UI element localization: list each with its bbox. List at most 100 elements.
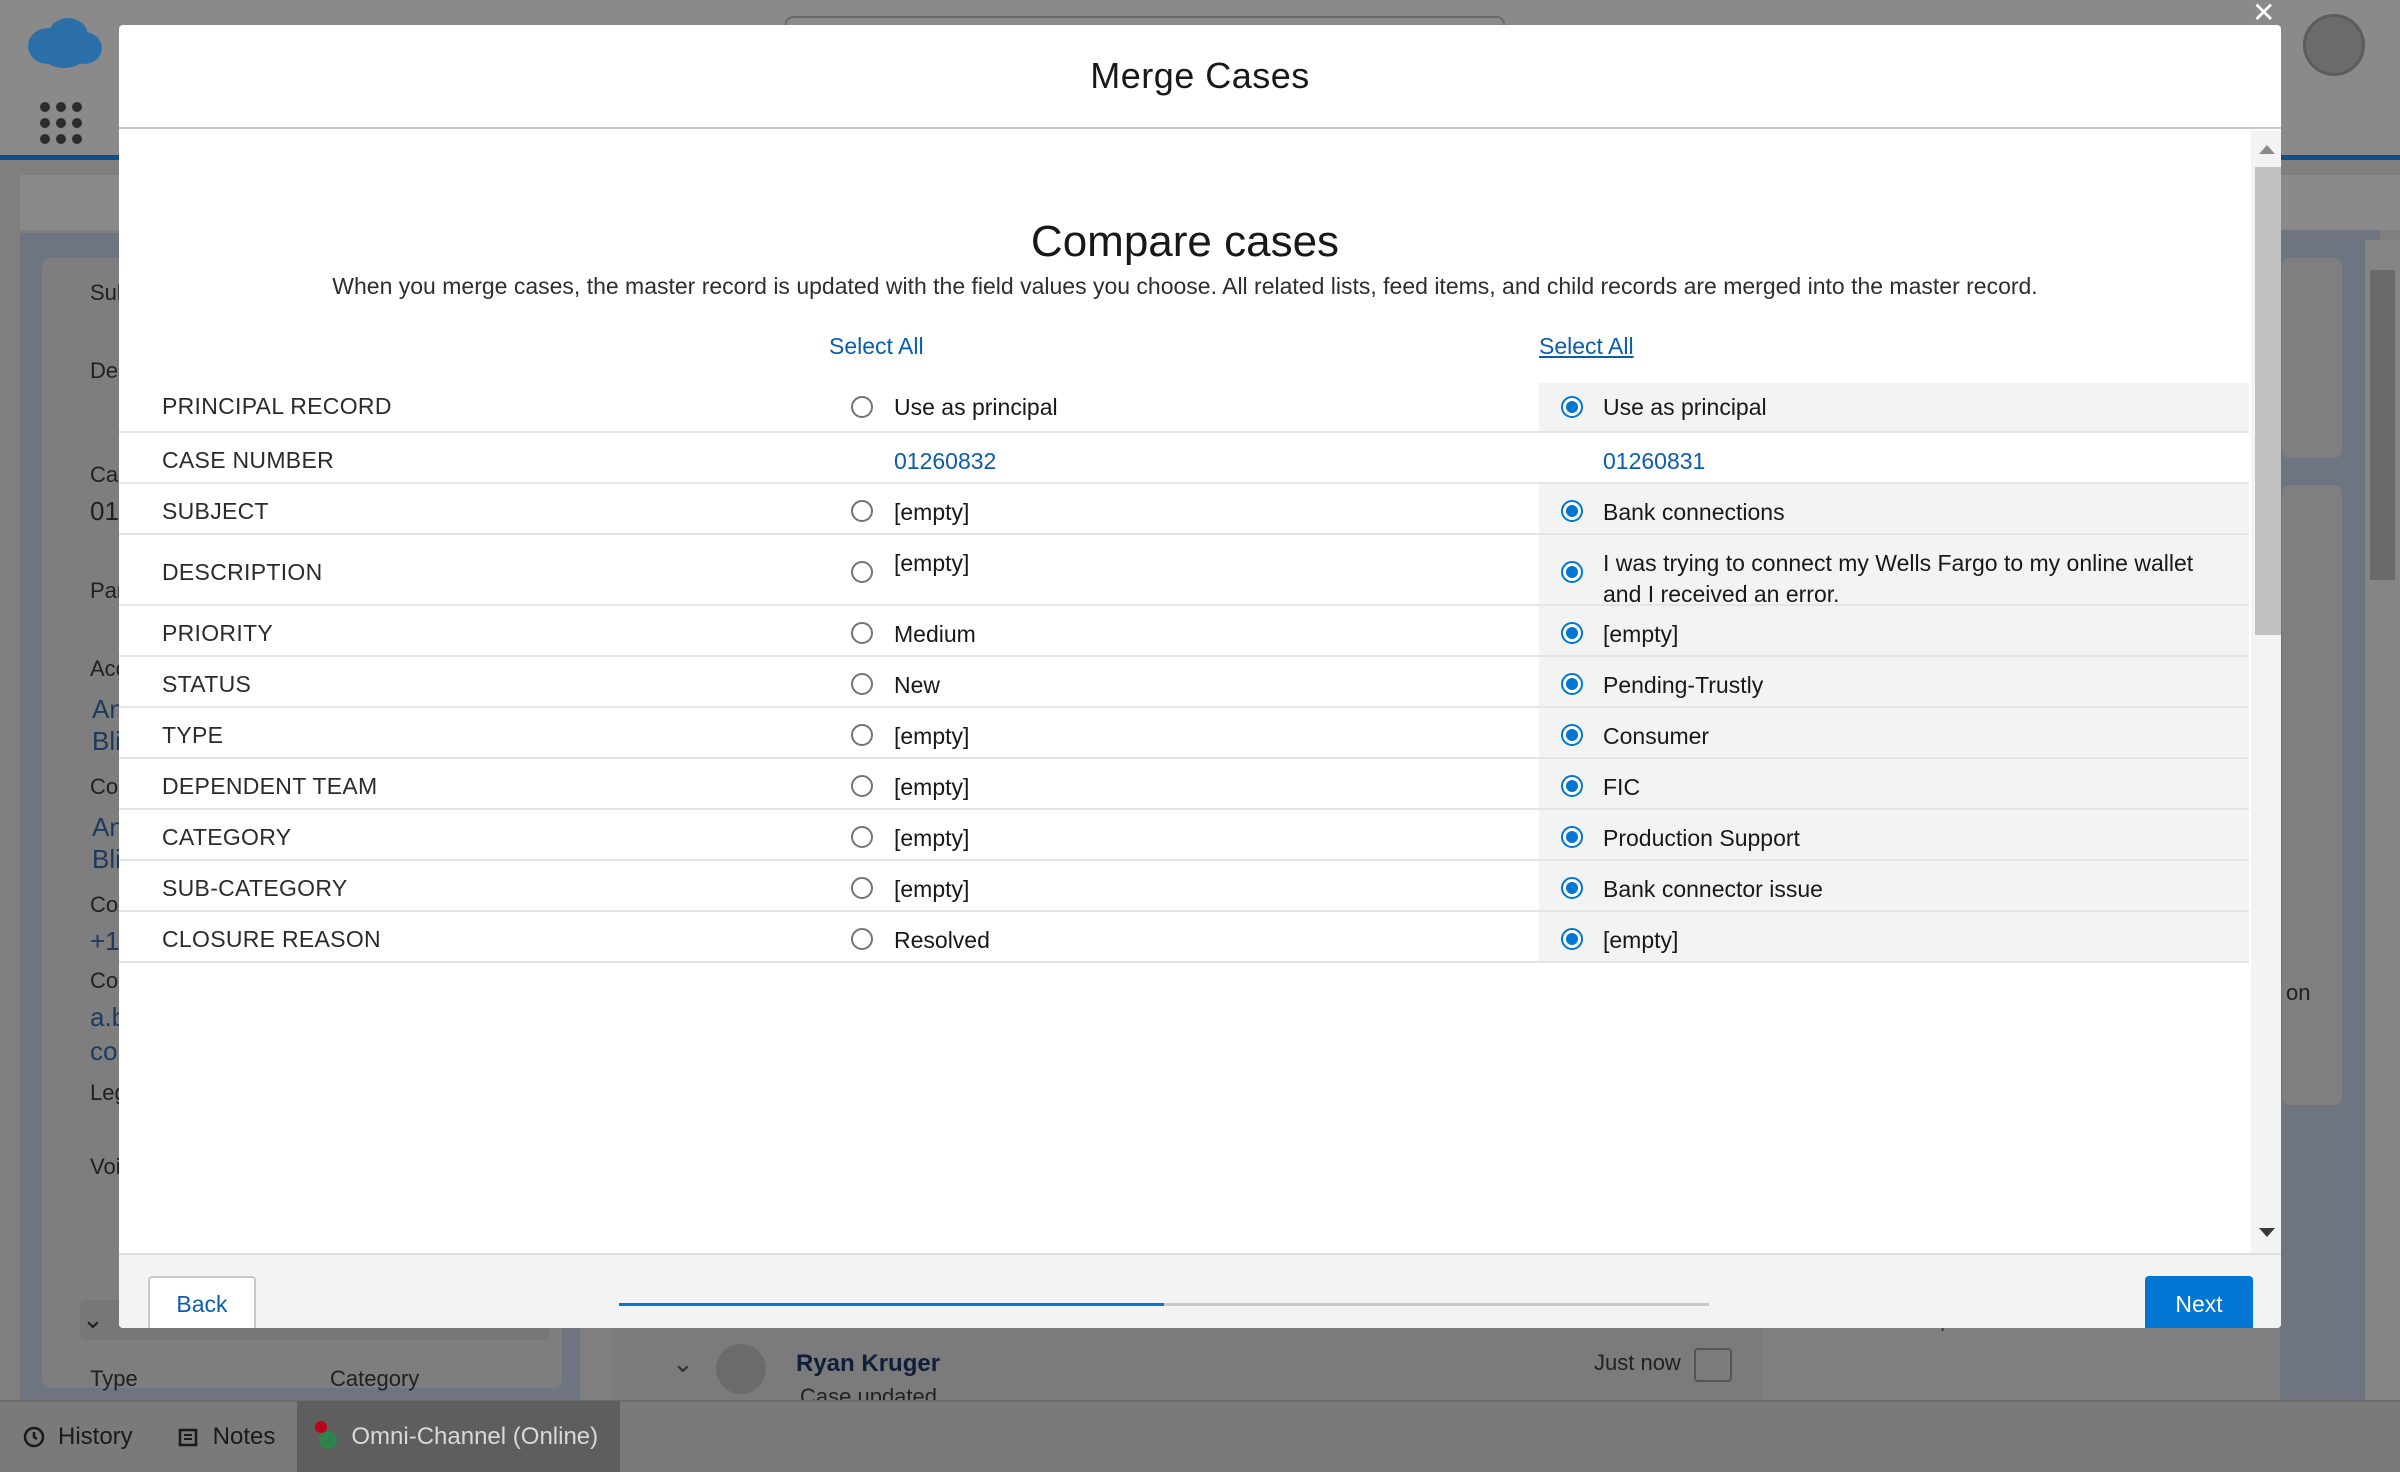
salesforce-logo-icon <box>28 18 102 68</box>
page-scrollbar-thumb[interactable] <box>2370 270 2395 580</box>
left-value-radio[interactable] <box>851 826 873 848</box>
right-value-radio[interactable] <box>1561 724 1583 746</box>
compare-row: DESCRIPTION [empty] I was trying to connec… <box>119 535 2249 607</box>
left-value-radio[interactable] <box>851 928 873 950</box>
utility-omni-label: Omni-Channel (Online) <box>351 1423 599 1450</box>
feed-item: ⌄ Ryan Kruger Case updated Just now <box>640 1328 1740 1409</box>
right-value-radio[interactable] <box>1561 396 1583 418</box>
right-card <box>2282 485 2342 1105</box>
feed-timestamp: Just now <box>1594 1350 1681 1375</box>
bg-field-label: Voi <box>90 1154 121 1179</box>
compare-row: STATUS New Pending-Trustly <box>119 657 2249 708</box>
compare-row: PRINCIPAL RECORD Use as principal Use as p… <box>119 383 2249 433</box>
modal-scrollbar[interactable] <box>2251 131 2281 1253</box>
right-value: [empty] <box>1603 621 1679 647</box>
bg-field-label: Co <box>90 774 119 799</box>
select-all-right-link[interactable]: Select All <box>1539 333 1634 360</box>
left-value-radio[interactable] <box>851 673 873 695</box>
right-value: Pending-Trustly <box>1603 672 1764 698</box>
avatar <box>716 1344 766 1394</box>
right-value: Production Support <box>1603 825 1800 851</box>
field-label: SUBJECT <box>162 498 269 524</box>
progress-indicator <box>619 1303 1709 1306</box>
utility-history-label: History <box>58 1423 133 1450</box>
utility-omni-channel[interactable]: Omni-Channel (Online) <box>297 1401 621 1472</box>
left-value: [empty] <box>894 825 970 851</box>
bg-field-label: Co <box>90 892 119 917</box>
bg-field-link: Bli <box>92 844 121 874</box>
select-all-left-link[interactable]: Select All <box>829 333 924 360</box>
left-value: [empty] <box>894 723 970 749</box>
left-case-number-link[interactable]: 01260832 <box>894 446 996 477</box>
right-value-radio[interactable] <box>1561 826 1583 848</box>
right-value-radio[interactable] <box>1561 775 1583 797</box>
field-label: DESCRIPTION <box>162 559 323 585</box>
modal-title: Merge Cases <box>1090 55 1310 96</box>
right-value-radio[interactable] <box>1561 928 1583 950</box>
field-label: STATUS <box>162 671 252 697</box>
right-value: Bank connections <box>1603 499 1785 525</box>
left-value-radio[interactable] <box>851 500 873 522</box>
compare-table: PRINCIPAL RECORD Use as principal Use as p… <box>119 383 2249 963</box>
back-button[interactable]: Back <box>148 1276 256 1328</box>
compare-row: CATEGORY [empty] Production Support <box>119 810 2249 861</box>
right-value-radio[interactable] <box>1561 673 1583 695</box>
feed-actions-dropdown[interactable] <box>1694 1348 1732 1382</box>
modal-scrollbar-thumb[interactable] <box>2255 167 2281 635</box>
left-value: Resolved <box>894 927 990 953</box>
right-value-radio[interactable] <box>1561 622 1583 644</box>
right-value: FIC <box>1603 774 1641 800</box>
left-value: [empty] <box>894 774 970 800</box>
left-value-radio[interactable] <box>851 724 873 746</box>
modal-footer: Back Next <box>119 1253 2281 1328</box>
right-value: Use as principal <box>1603 394 1767 420</box>
right-card <box>2282 258 2342 458</box>
compare-row: SUB-CATEGORY [empty] Bank connector issue <box>119 861 2249 912</box>
feed-author[interactable]: Ryan Kruger <box>796 1350 940 1378</box>
field-label: PRINCIPAL RECORD <box>162 393 392 419</box>
compare-row: CLOSURE REASON Resolved [empty] <box>119 912 2249 963</box>
left-value: Use as principal <box>894 394 1058 420</box>
notes-icon <box>178 1428 197 1447</box>
left-value-radio[interactable] <box>851 877 873 899</box>
bg-type-label: Type <box>90 1366 138 1391</box>
right-case-number-link[interactable]: 01260831 <box>1603 446 2223 477</box>
right-value-radio[interactable] <box>1561 561 1583 583</box>
bg-category-label: Category <box>330 1366 420 1391</box>
left-value-radio[interactable] <box>851 396 873 418</box>
bg-field-link: Bli <box>92 726 121 756</box>
left-value: New <box>894 672 941 698</box>
left-value-radio[interactable] <box>851 622 873 644</box>
app-launcher-icon[interactable] <box>40 102 82 144</box>
user-avatar[interactable] <box>2303 14 2365 76</box>
left-value: Medium <box>894 621 976 647</box>
right-value: [empty] <box>1603 927 1679 953</box>
bg-field-label: Co <box>90 968 119 993</box>
chevron-down-icon[interactable]: ⌄ <box>672 1348 694 1379</box>
utility-bar: History Notes Omni-Channel (Online) <box>0 1400 2400 1472</box>
compare-row: PRIORITY Medium [empty] <box>119 606 2249 657</box>
scroll-down-icon[interactable] <box>2259 1228 2275 1237</box>
modal-header: Merge Cases <box>119 25 2281 129</box>
modal-body: Compare cases When you merge cases, the … <box>119 131 2281 1253</box>
utility-history[interactable]: History <box>0 1401 155 1472</box>
scroll-up-icon[interactable] <box>2259 145 2275 154</box>
field-label: SUB-CATEGORY <box>162 875 348 901</box>
field-label: CLOSURE REASON <box>162 926 381 952</box>
utility-notes-label: Notes <box>212 1423 276 1450</box>
left-value-radio[interactable] <box>851 561 873 583</box>
compare-description: When you merge cases, the master record … <box>332 273 2038 299</box>
progress-fill <box>619 1303 1164 1306</box>
right-value-radio[interactable] <box>1561 500 1583 522</box>
right-value-radio[interactable] <box>1561 877 1583 899</box>
chevron-down-icon: ⌄ <box>82 1304 104 1334</box>
compare-row: CASE NUMBER 01260832 01260831 <box>119 433 2249 484</box>
field-label: PRIORITY <box>162 620 274 646</box>
left-value: [empty] <box>894 550 970 576</box>
next-button[interactable]: Next <box>2145 1276 2253 1328</box>
utility-notes[interactable]: Notes <box>155 1401 298 1472</box>
left-value-radio[interactable] <box>851 775 873 797</box>
compare-row: TYPE [empty] Consumer <box>119 708 2249 759</box>
compare-row: SUBJECT [empty] Bank connections <box>119 484 2249 535</box>
right-value: Consumer <box>1603 723 1710 749</box>
